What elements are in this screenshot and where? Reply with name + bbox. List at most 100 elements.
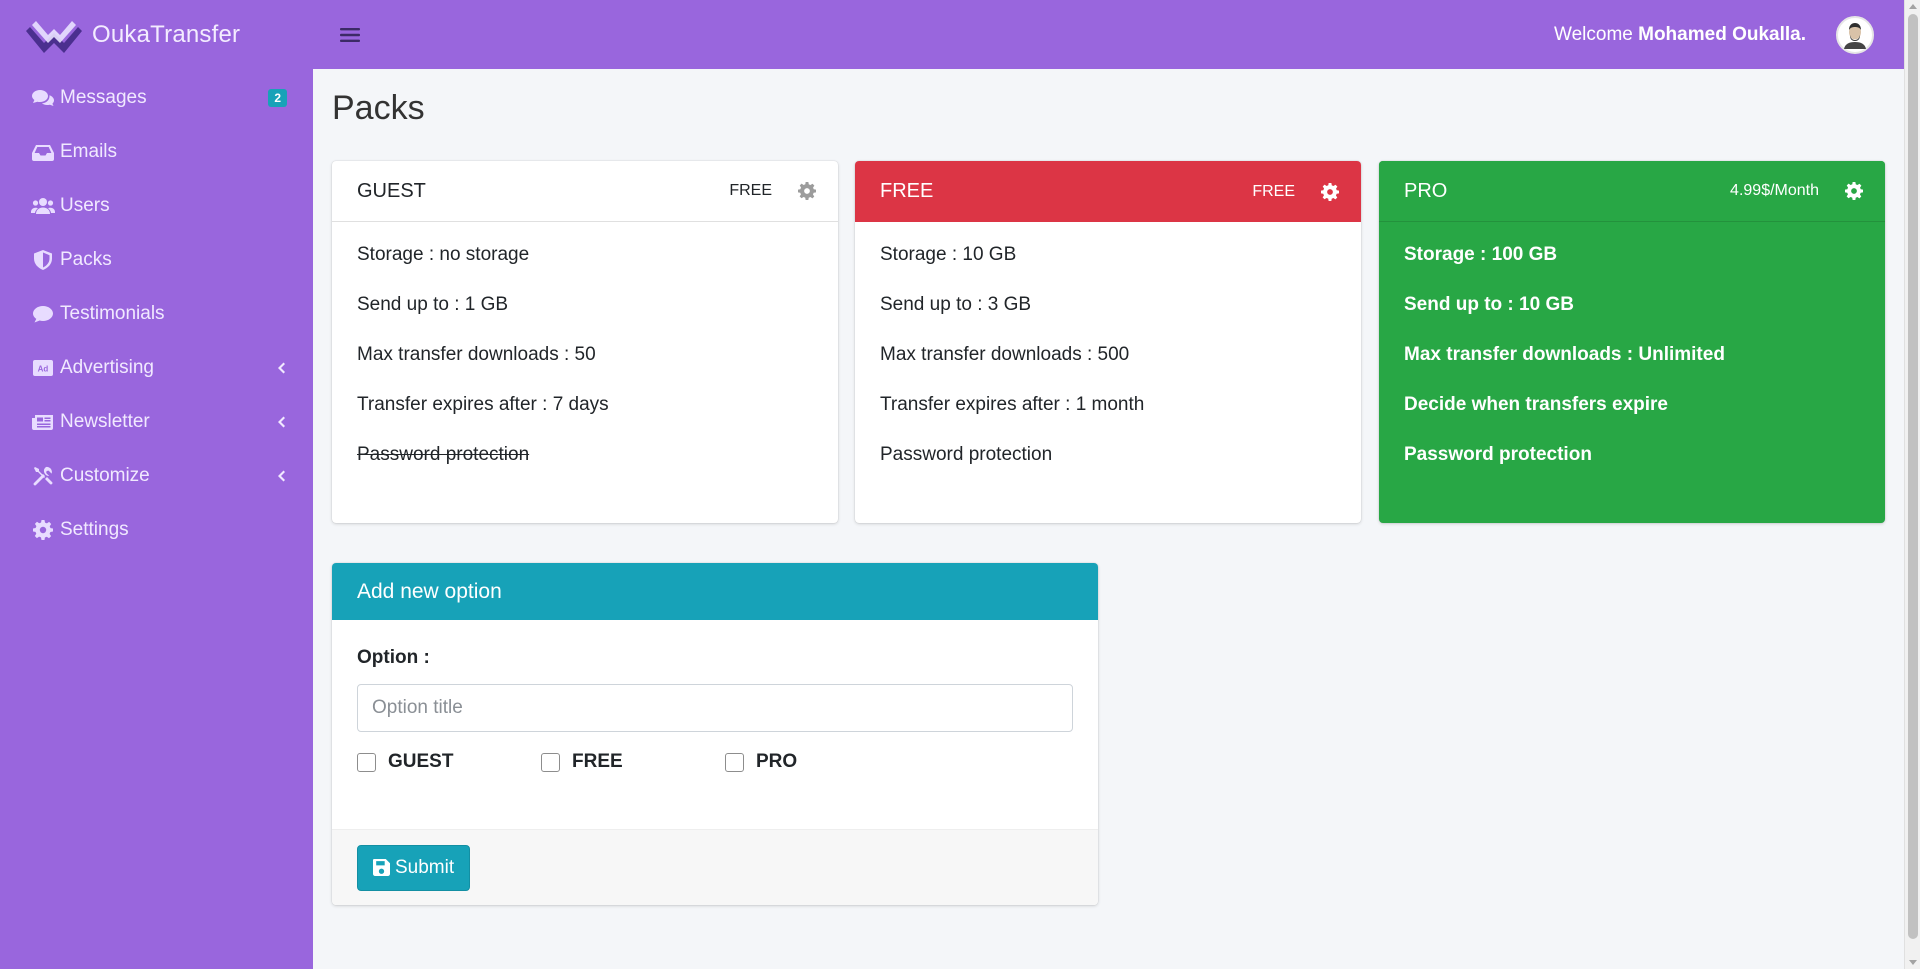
pack-feature: Decide when transfers expire [1404,394,1668,415]
checkbox-box[interactable] [541,752,560,772]
form-body: Option : GUEST FREE PRO [332,620,1098,829]
save-icon [373,859,390,876]
pack-cards: GUEST FREE Storage : no storage Send up … [332,161,1885,523]
logo-icon [26,20,82,53]
pack-feature: Storage : 10 GB [880,244,1017,265]
checkbox-label: FREE [572,751,623,772]
topbar: Welcome Mohamed Oukalla. [313,0,1904,69]
form-footer: Submit [332,829,1098,905]
pack-card-header: GUEST FREE [332,161,838,222]
ad-icon: Ad [30,357,56,379]
scroll-down-icon[interactable] [1909,960,1917,965]
chevron-left-icon [275,470,287,482]
sidebar-item-testimonials[interactable]: Testimonials [0,287,313,341]
gear-icon[interactable] [1845,182,1863,200]
form-title: Add new option [332,563,1098,620]
pack-feature: Send up to : 3 GB [880,294,1032,315]
pack-feature: Max transfer downloads : Unlimited [1404,344,1725,365]
pack-features: Storage : 100 GB Send up to : 10 GB Max … [1379,222,1885,493]
pack-price: FREE [1252,182,1295,200]
comments-icon [30,87,56,109]
pack-features: Storage : no storage Send up to : 1 GB M… [332,222,838,493]
pack-card-guest: GUEST FREE Storage : no storage Send up … [332,161,838,523]
checkbox-guest[interactable]: GUEST [357,751,541,773]
chevron-left-icon [275,416,287,428]
brand[interactable]: OukaTransfer [0,0,313,69]
sidebar-item-label: Testimonials [60,303,165,324]
submit-button[interactable]: Submit [357,844,471,891]
option-title-input[interactable] [357,684,1073,732]
gear-icon [30,519,56,541]
checkbox-free[interactable]: FREE [541,751,725,773]
checkbox-label: PRO [756,751,798,772]
welcome-text: Welcome Mohamed Oukalla. [1554,24,1806,46]
comment-icon [30,303,56,325]
sidebar-item-users[interactable]: Users [0,179,313,233]
page-title: Packs [332,89,425,127]
user-name: Mohamed Oukalla. [1638,23,1806,45]
pack-name: PRO [1404,179,1448,202]
pack-feature: Storage : no storage [357,244,530,265]
add-option-form: Add new option Option : GUEST FREE PRO S… [332,563,1098,905]
pack-feature: Transfer expires after : 1 month [880,394,1145,415]
scroll-up-icon[interactable] [1909,4,1917,9]
sidebar-item-label: Settings [60,519,129,540]
pack-card-header: FREE FREE [855,161,1361,222]
sidebar-item-label: Customize [60,465,150,486]
sidebar-item-label: Advertising [60,357,154,378]
pack-checkboxes: GUEST FREE PRO [357,751,909,773]
sidebar-item-settings[interactable]: Settings [0,503,313,557]
chevron-left-icon [275,362,287,374]
shield-icon [30,249,56,271]
pack-card-free: FREE FREE Storage : 10 GB Send up to : 3… [855,161,1361,523]
newspaper-icon [30,411,56,433]
svg-text:Ad: Ad [38,365,49,374]
sidebar-item-messages[interactable]: Messages 2 [0,71,313,125]
pack-feature: Max transfer downloads : 500 [880,344,1130,365]
pack-feature: Send up to : 10 GB [1404,294,1574,315]
pack-feature: Send up to : 1 GB [357,294,509,315]
checkbox-label: GUEST [388,751,454,772]
sidebar: OukaTransfer Messages 2 Emails Users Pac… [0,0,313,969]
pack-feature-disabled: Password protection [357,444,530,465]
user-avatar-icon [1844,22,1866,49]
pack-feature: Password protection [880,444,1053,465]
sidebar-item-advertising[interactable]: Ad Advertising [0,341,313,395]
pack-features: Storage : 10 GB Send up to : 3 GB Max tr… [855,222,1361,493]
pack-feature: Storage : 100 GB [1404,244,1558,265]
sidebar-item-label: Users [60,195,110,216]
scrollbar-thumb[interactable] [1908,14,1918,939]
sidebar-item-label: Messages [60,87,147,108]
submit-label: Submit [395,856,455,878]
checkbox-box[interactable] [725,752,744,772]
sidebar-item-packs[interactable]: Packs [0,233,313,287]
pack-feature: Max transfer downloads : 50 [357,344,596,365]
brand-name: OukaTransfer [92,20,241,48]
pack-price: FREE [729,182,772,199]
checkbox-box[interactable] [357,752,376,772]
sidebar-item-label: Emails [60,141,118,162]
pack-name: GUEST [357,179,426,202]
users-icon [30,195,56,217]
sidebar-item-emails[interactable]: Emails [0,125,313,179]
sidebar-item-customize[interactable]: Customize [0,449,313,503]
tools-icon [30,465,56,487]
sidebar-item-label: Packs [60,249,112,270]
pack-name: FREE [880,180,934,202]
avatar[interactable] [1836,15,1874,54]
pack-card-pro: PRO 4.99$/Month Storage : 100 GB Send up… [1379,161,1885,523]
sidebar-nav: Messages 2 Emails Users Packs Testimonia… [0,69,313,557]
menu-toggle-icon[interactable] [340,24,362,46]
pack-feature: Password protection [1404,444,1592,465]
inbox-icon [30,141,56,163]
gear-icon[interactable] [1321,182,1339,201]
pack-card-header: PRO 4.99$/Month [1379,161,1885,222]
messages-count-badge: 2 [268,89,287,107]
sidebar-item-label: Newsletter [60,411,150,432]
checkbox-pro[interactable]: PRO [725,751,909,773]
option-label: Option : [357,647,430,668]
sidebar-item-newsletter[interactable]: Newsletter [0,395,313,449]
gear-icon[interactable] [798,182,816,200]
welcome-prefix: Welcome [1554,23,1633,45]
page-scrollbar[interactable] [1904,0,1920,969]
